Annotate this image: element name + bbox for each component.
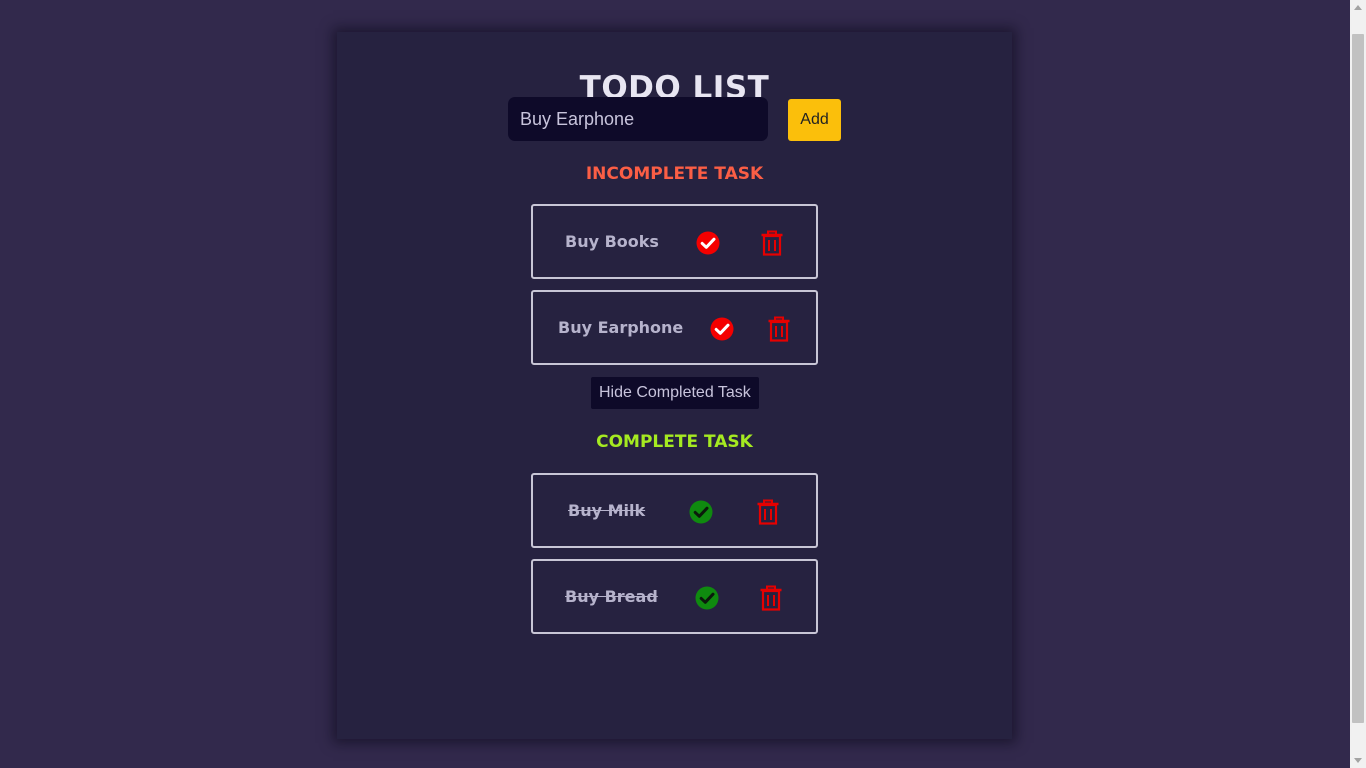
trash-icon[interactable] [766, 316, 792, 342]
task-label: Buy Bread [565, 587, 658, 606]
task-label: Buy Books [565, 232, 659, 251]
add-button[interactable]: Add [788, 99, 841, 141]
scroll-down-arrow-icon[interactable] [1354, 758, 1362, 763]
complete-heading: COMPLETE TASK [596, 432, 753, 452]
incomplete-task-item: Buy Books [531, 204, 818, 279]
incomplete-task-item: Buy Earphone [531, 290, 818, 365]
trash-icon[interactable] [758, 585, 784, 611]
check-circle-icon[interactable] [695, 230, 721, 256]
task-input[interactable] [508, 97, 768, 141]
scroll-thumb[interactable] [1352, 34, 1364, 723]
check-circle-icon[interactable] [688, 499, 714, 525]
trash-icon[interactable] [759, 230, 785, 256]
task-label: Buy Milk [568, 501, 646, 520]
task-label: Buy Earphone [558, 318, 684, 337]
trash-icon[interactable] [755, 499, 781, 525]
scroll-up-arrow-icon[interactable] [1354, 5, 1362, 10]
todo-card: TODO LIST Add INCOMPLETE TASK Buy Books … [337, 32, 1012, 739]
complete-task-item: Buy Bread [531, 559, 818, 634]
check-circle-icon[interactable] [694, 585, 720, 611]
incomplete-heading: INCOMPLETE TASK [585, 164, 764, 184]
page-scrollbar[interactable] [1350, 0, 1366, 768]
check-circle-icon[interactable] [709, 316, 735, 342]
hide-completed-button[interactable]: Hide Completed Task [591, 377, 759, 409]
complete-task-item: Buy Milk [531, 473, 818, 548]
